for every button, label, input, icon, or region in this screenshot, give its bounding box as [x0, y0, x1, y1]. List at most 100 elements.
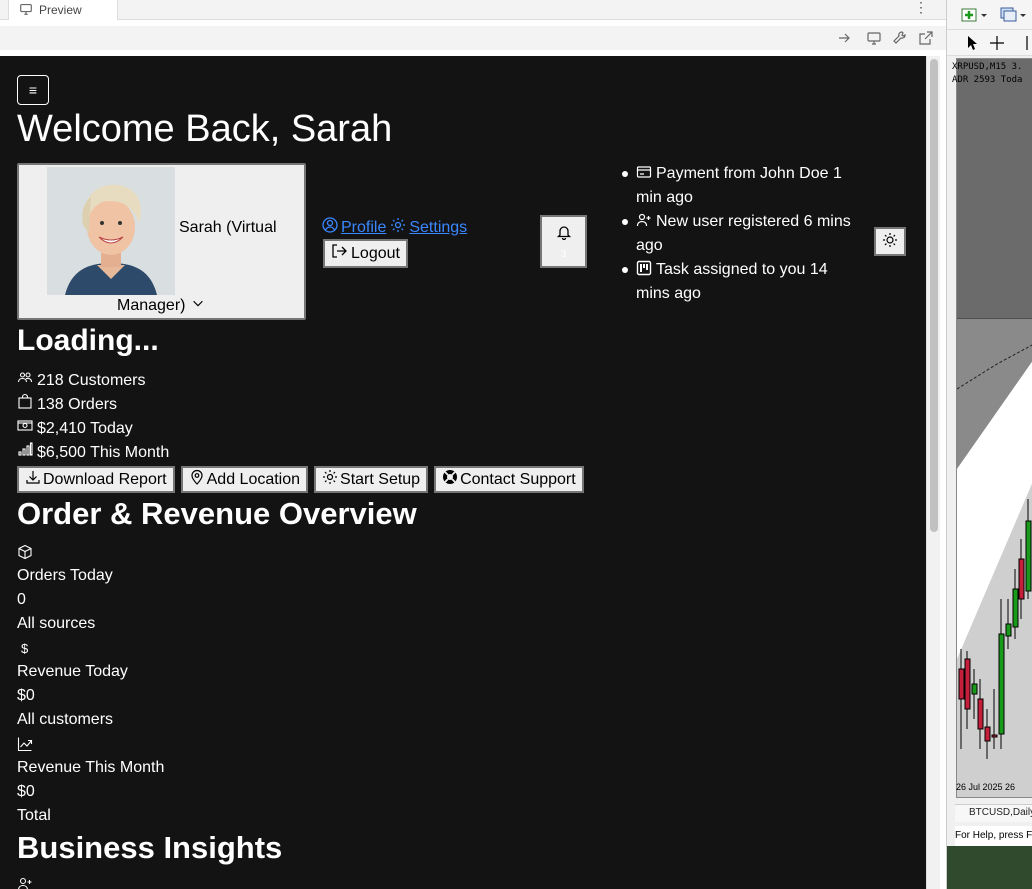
notifications-button[interactable]: 3	[540, 215, 587, 268]
box-icon	[17, 540, 164, 564]
download-report-button[interactable]: Download Report	[17, 466, 175, 493]
logout-label: Logout	[351, 244, 400, 262]
graph-up-icon	[17, 732, 164, 756]
settings-link-label: Settings	[409, 218, 468, 236]
tab-preview[interactable]: Preview	[8, 0, 118, 20]
stat-text: $6,500 This Month	[37, 444, 170, 461]
quick-stats: 218 Customers 138 Orders $2,410 Today $6…	[17, 369, 169, 465]
stat-customers: 218 Customers	[17, 369, 169, 393]
person-circle-icon	[322, 217, 338, 238]
gear-icon	[322, 469, 338, 490]
svg-text:$: $	[21, 641, 29, 656]
tab-label: Preview	[39, 3, 82, 17]
notification-text: New user registered 6 mins ago	[636, 213, 851, 254]
list-item: Task assigned to you 14 mins ago	[620, 258, 860, 306]
action-label: Contact Support	[460, 470, 576, 488]
date-axis-label: 26 Jul 2025 26	[956, 782, 1016, 792]
desktop-background	[947, 846, 1032, 889]
open-external-icon[interactable]	[918, 30, 934, 46]
overview-cards: Orders Today 0 All sources $ Revenue Tod…	[17, 540, 164, 828]
user-plus-icon	[17, 876, 33, 889]
wrench-icon[interactable]	[892, 30, 908, 46]
card-label: Revenue Today	[17, 663, 128, 680]
profile-role: Manager)	[117, 296, 205, 315]
list-item: Payment from John Doe 1 min ago	[620, 162, 860, 210]
profile-role-label: Manager)	[117, 296, 186, 314]
insights-heading: Business Insights	[17, 830, 283, 865]
logout-icon	[331, 243, 347, 264]
notification-text: Task assigned to you 14 mins ago	[636, 261, 828, 302]
dashboard-app: ≡ Welcome Back, Sarah Sarah (Virtual Man…	[0, 56, 926, 889]
page-scrollbar[interactable]	[926, 56, 940, 889]
line-tool-icon[interactable]	[1025, 35, 1029, 51]
bell-icon	[556, 224, 572, 243]
dollar-icon: $	[17, 636, 164, 660]
logout-button[interactable]: Logout	[323, 239, 408, 268]
bar-chart-icon	[17, 441, 33, 465]
window-icon[interactable]	[999, 6, 1029, 24]
card-value: $0	[17, 783, 35, 800]
loading-heading: Loading...	[17, 324, 159, 357]
sun-icon	[882, 232, 898, 251]
adr-header: ADR 2593 Toda	[952, 75, 1023, 85]
card-label: Orders Today	[17, 567, 113, 584]
gear-icon	[390, 217, 406, 238]
payment-card-icon	[636, 165, 656, 182]
notification-count-badge: 3	[560, 248, 567, 260]
stat-orders: 138 Orders	[17, 393, 169, 417]
preview-pane: Preview ⋮ ≡ Welcome Back, Sarah Sarah (V…	[0, 0, 946, 889]
cursor-icon[interactable]	[965, 35, 979, 51]
monitor-icon	[19, 2, 33, 19]
settings-link[interactable]: Settings	[390, 217, 467, 238]
quick-actions: Download Report Add Location Start Setup…	[17, 466, 584, 493]
location-pin-icon	[189, 469, 205, 490]
card-value: $0	[17, 687, 35, 704]
scrollbar-thumb[interactable]	[930, 59, 938, 532]
chart-canvas	[957, 59, 1032, 797]
card-label: Revenue This Month	[17, 759, 165, 776]
cash-icon	[17, 417, 33, 441]
status-bar: For Help, press F	[955, 826, 1032, 846]
trader-tools	[947, 30, 1032, 56]
people-icon	[17, 369, 33, 393]
add-location-button[interactable]: Add Location	[180, 466, 309, 493]
kanban-icon	[636, 260, 656, 278]
new-chart-icon[interactable]	[961, 6, 991, 24]
profile-links: Profile Settings	[322, 217, 467, 238]
contact-support-button[interactable]: Contact Support	[434, 466, 584, 493]
action-label: Add Location	[206, 470, 301, 488]
start-setup-button[interactable]: Start Setup	[314, 466, 429, 493]
price-chart[interactable]	[956, 58, 1032, 798]
symbol-header: XRPUSD,M15 3.	[952, 62, 1023, 72]
crosshair-icon[interactable]	[989, 35, 1005, 51]
download-icon	[25, 469, 41, 490]
card-note: Total	[17, 807, 51, 824]
theme-toggle-button[interactable]	[874, 227, 906, 256]
more-options-icon[interactable]: ⋮	[914, 0, 928, 20]
bag-icon	[17, 393, 33, 417]
trader-toolbar	[947, 0, 1032, 30]
stat-today: $2,410 Today	[17, 417, 169, 441]
chart-sheet-tab[interactable]: BTCUSD,Daily	[955, 804, 1032, 822]
chevron-down-icon	[191, 296, 205, 315]
profile-name: Sarah (Virtual	[179, 219, 277, 236]
desktop-icon[interactable]	[866, 30, 882, 46]
action-label: Download Report	[43, 470, 167, 488]
stat-month: $6,500 This Month	[17, 441, 169, 465]
notification-list: Payment from John Doe 1 min ago New user…	[620, 162, 860, 306]
profile-link[interactable]: Profile	[322, 217, 386, 238]
stat-text: 218 Customers	[37, 372, 146, 389]
address-bar	[0, 26, 946, 50]
profile-dropdown-button[interactable]: Sarah (Virtual Manager)	[17, 163, 306, 320]
list-item: New user registered 6 mins ago	[620, 210, 860, 258]
page-title: Welcome Back, Sarah	[17, 108, 393, 150]
trading-app-window: XRPUSD,M15 3. ADR 2593 Toda 26 Jul 2025 …	[946, 0, 1032, 889]
user-plus-icon	[636, 213, 656, 230]
arrow-right-icon[interactable]	[836, 30, 852, 46]
hamburger-menu-button[interactable]: ≡	[17, 75, 49, 105]
avatar	[47, 167, 175, 295]
overview-heading: Order & Revenue Overview	[17, 496, 417, 531]
card-note: All customers	[17, 711, 114, 728]
action-label: Start Setup	[340, 470, 421, 488]
stat-text: $2,410 Today	[37, 420, 133, 437]
